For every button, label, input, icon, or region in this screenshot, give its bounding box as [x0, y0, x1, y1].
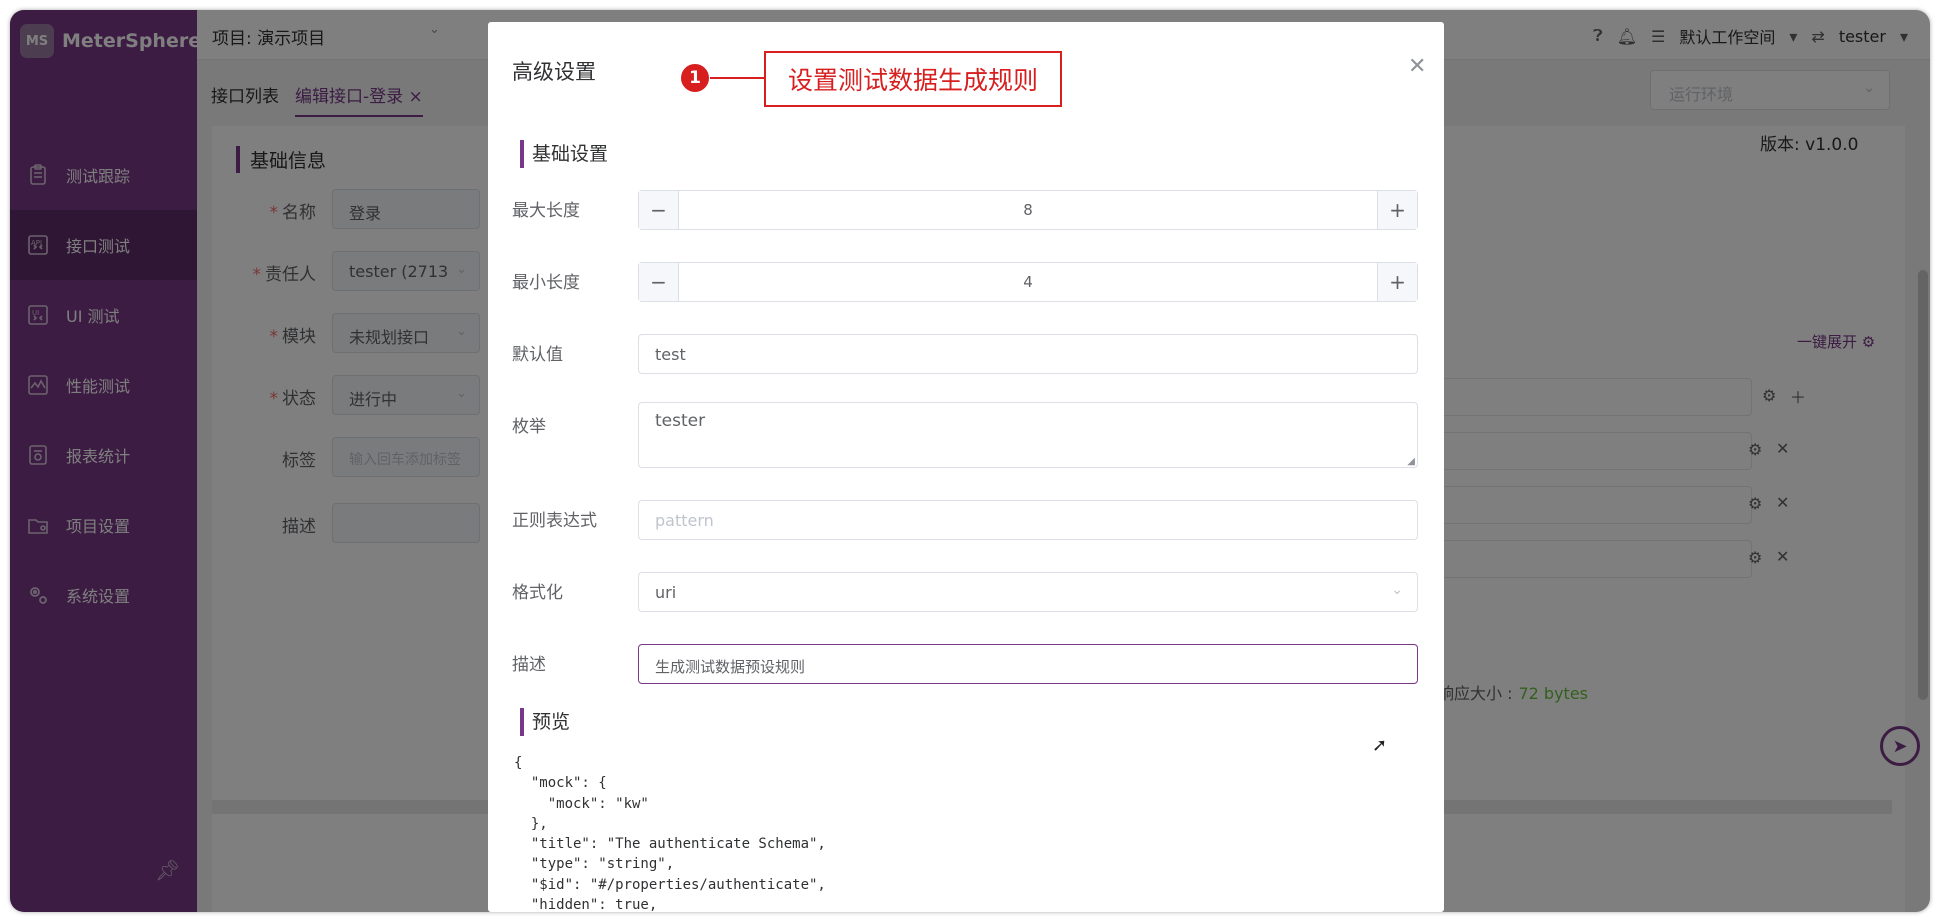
annotation-badge: 1	[679, 62, 711, 94]
min-length-stepper[interactable]: − 4 +	[638, 262, 1418, 302]
description-input[interactable]: 生成测试数据预设规则	[638, 644, 1418, 684]
max-length-stepper[interactable]: − 8 +	[638, 190, 1418, 230]
enum-label: 枚举	[512, 417, 546, 437]
format-select[interactable]: uri ⌄	[638, 572, 1418, 612]
mouse-cursor-icon: ➚	[1372, 735, 1388, 756]
app-window: MS MeterSphere 测试跟踪 API 接口测试 UI UI 测试 性	[10, 10, 1930, 912]
min-length-value[interactable]: 4	[679, 273, 1377, 291]
json-preview: { "mock": { "mock": "kw" }, "title": "Th…	[514, 755, 826, 912]
increment-button[interactable]: +	[1377, 191, 1417, 229]
basic-settings-title: 基础设置	[520, 140, 608, 168]
increment-button[interactable]: +	[1377, 263, 1417, 301]
enum-textarea[interactable]: tester ◢	[638, 402, 1418, 468]
resize-handle-icon[interactable]: ◢	[1407, 456, 1415, 467]
preview-title: 预览	[520, 708, 570, 736]
max-length-label: 最大长度	[512, 201, 580, 221]
format-value: uri	[655, 583, 677, 602]
enum-value: tester	[655, 411, 706, 431]
chevron-down-icon: ⌄	[1391, 582, 1403, 598]
regex-label: 正则表达式	[512, 511, 597, 531]
max-length-value[interactable]: 8	[679, 201, 1377, 219]
description-label: 描述	[512, 655, 546, 675]
dialog-title: 高级设置	[512, 60, 596, 84]
min-length-label: 最小长度	[512, 273, 580, 293]
decrement-button[interactable]: −	[639, 263, 679, 301]
decrement-button[interactable]: −	[639, 191, 679, 229]
advanced-settings-dialog: 高级设置 ✕ 基础设置 最大长度 − 8 + 最小长度 − 4 + 默认值 te…	[488, 22, 1444, 912]
close-icon[interactable]: ✕	[1408, 54, 1426, 79]
annotation-callout: 设置测试数据生成规则	[764, 51, 1062, 107]
regex-input[interactable]: pattern	[638, 500, 1418, 540]
default-value-label: 默认值	[512, 345, 563, 365]
annotation-connector	[710, 77, 764, 79]
format-label: 格式化	[512, 583, 563, 603]
default-value-input[interactable]: test	[638, 334, 1418, 374]
